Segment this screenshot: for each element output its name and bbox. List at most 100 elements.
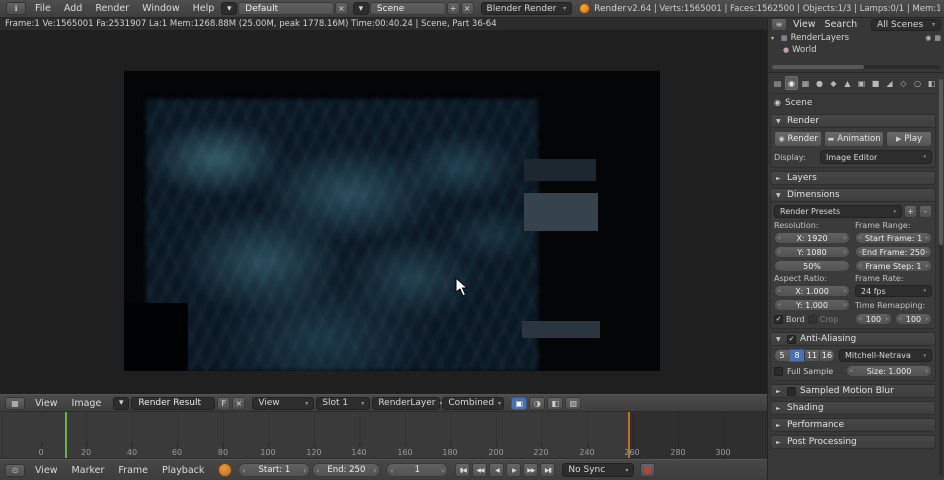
editor-type-timeline-button[interactable]: ⊙ xyxy=(5,463,25,477)
display-channels-alpha-button[interactable]: ◑ xyxy=(529,396,546,410)
aspect-y-field[interactable]: Y: 1.000 xyxy=(774,299,850,311)
preset-remove-button[interactable]: - xyxy=(919,205,932,218)
antialiasing-checkbox[interactable]: ✓ xyxy=(787,334,796,344)
image-menu-image[interactable]: Image xyxy=(66,397,108,410)
tab-object[interactable]: ◆ xyxy=(827,76,840,90)
render-presets-dropdown[interactable]: Render Presets ▾ xyxy=(774,205,902,218)
sync-mode-dropdown[interactable]: No Sync ▾ xyxy=(562,463,635,477)
outliner-scope-dropdown[interactable]: All Scenes ▾ xyxy=(871,18,941,31)
preset-add-button[interactable]: + xyxy=(904,205,917,218)
editor-type-image-button[interactable]: ▦ xyxy=(5,396,25,410)
end-frame-field[interactable]: End: 250 xyxy=(312,463,381,477)
tab-world[interactable]: ● xyxy=(813,76,826,90)
panel-post-processing-header[interactable]: ► Post Processing xyxy=(770,435,936,449)
full-sample-checkbox[interactable] xyxy=(774,366,783,376)
image-paint-mode-button[interactable]: ▨ xyxy=(565,396,582,410)
properties-editor-type-button[interactable]: ▤ xyxy=(771,76,784,90)
scene-browse-button[interactable]: ▾ xyxy=(352,2,369,15)
scene-unlink-button[interactable]: × xyxy=(460,2,474,15)
image-editor-viewport[interactable] xyxy=(0,31,767,394)
menu-window[interactable]: Window xyxy=(136,2,185,15)
image-menu-view[interactable]: View xyxy=(29,397,64,410)
play-reverse-button[interactable]: ◀ xyxy=(489,463,505,477)
slot-dropdown[interactable]: Slot 1 ▾ xyxy=(316,396,371,410)
view-mode-dropdown[interactable]: View ▾ xyxy=(252,396,315,410)
resolution-percentage-slider[interactable]: 50% xyxy=(774,260,850,272)
jump-to-start-button[interactable]: ▮◀ xyxy=(455,463,471,477)
frame-step-field[interactable]: Frame Step: 1 xyxy=(855,260,932,272)
render-layer-dropdown[interactable]: RenderLayer ▾ xyxy=(372,396,442,410)
end-frame-field[interactable]: End Frame: 250 xyxy=(855,246,932,258)
timeline-menu-playback[interactable]: Playback xyxy=(156,464,210,477)
outliner-menu-view[interactable]: View xyxy=(790,18,819,31)
play-rendered-button[interactable]: ▶ Play xyxy=(886,131,932,147)
panel-layers-header[interactable]: ► Layers xyxy=(770,171,936,185)
remap-new-field[interactable]: 100 xyxy=(895,313,932,325)
tab-particles[interactable]: ○ xyxy=(911,76,924,90)
disclosure-icon[interactable]: ▾ xyxy=(771,35,778,42)
outliner-menu-search[interactable]: Search xyxy=(822,18,861,31)
preview-range-clock-icon[interactable] xyxy=(218,463,233,477)
aspect-x-field[interactable]: X: 1.000 xyxy=(774,285,850,297)
menu-add[interactable]: Add xyxy=(58,2,88,15)
prev-keyframe-button[interactable]: ◀◀ xyxy=(472,463,488,477)
aa-samples-8-button[interactable]: 8 xyxy=(789,349,805,362)
timeline-menu-frame[interactable]: Frame xyxy=(112,464,154,477)
menu-file[interactable]: File xyxy=(29,2,57,15)
timeline-menu-marker[interactable]: Marker xyxy=(66,464,111,477)
scene-name-field[interactable]: Scene xyxy=(369,2,446,15)
motion-blur-checkbox[interactable] xyxy=(787,386,796,396)
panel-performance-header[interactable]: ► Performance xyxy=(770,418,936,432)
tab-physics[interactable]: ◧ xyxy=(925,76,938,90)
aa-samples-16-button[interactable]: 16 xyxy=(819,349,835,362)
tab-constraints[interactable]: ▲ xyxy=(841,76,854,90)
image-datablock-field[interactable]: Render Result xyxy=(131,396,216,410)
render-restriction-icon[interactable]: ▦ xyxy=(934,34,941,42)
current-frame-playhead[interactable] xyxy=(65,412,67,458)
resolution-x-field[interactable]: X: 1920 xyxy=(774,232,850,244)
frame-rate-dropdown[interactable]: 24 fps ▾ xyxy=(855,285,932,297)
tab-scene[interactable]: ▦ xyxy=(799,76,812,90)
aa-samples-5-button[interactable]: 5 xyxy=(774,349,790,362)
panel-motion-blur-header[interactable]: ► Sampled Motion Blur xyxy=(770,384,936,398)
resolution-y-field[interactable]: Y: 1080 xyxy=(774,246,850,258)
tab-render[interactable]: ◉ xyxy=(785,76,798,90)
panel-dimensions-header[interactable]: ▼ Dimensions xyxy=(770,188,936,202)
next-keyframe-button[interactable]: ▶▶ xyxy=(523,463,539,477)
border-checkbox[interactable]: ✓ xyxy=(774,314,783,324)
tab-material[interactable]: ◢ xyxy=(883,76,896,90)
image-unlink-button[interactable]: × xyxy=(232,396,246,410)
animation-button[interactable]: ▬ Animation xyxy=(824,131,885,147)
remap-old-field[interactable]: 100 xyxy=(855,313,892,325)
display-channels-z-button[interactable]: ◧ xyxy=(547,396,564,410)
start-frame-field[interactable]: Start: 1 xyxy=(238,463,311,477)
aa-filter-dropdown[interactable]: Mitchell-Netrava ▾ xyxy=(839,349,932,362)
outliner-item-world[interactable]: ● World xyxy=(768,44,944,56)
editor-type-outliner-button[interactable]: ≡ xyxy=(771,18,787,31)
panel-shading-header[interactable]: ► Shading xyxy=(770,401,936,415)
aa-size-field[interactable]: Size: 1.000 xyxy=(846,365,932,377)
scrollbar-thumb[interactable] xyxy=(939,79,943,246)
outliner-horizontal-scrollbar[interactable] xyxy=(772,65,940,69)
menu-render[interactable]: Render xyxy=(89,2,135,15)
start-frame-field[interactable]: Start Frame: 1 xyxy=(855,232,932,244)
current-frame-field[interactable]: 1 xyxy=(386,463,449,477)
panel-render-header[interactable]: ▼ Render xyxy=(770,114,936,128)
scrollbar-thumb[interactable] xyxy=(772,65,865,69)
image-browse-button[interactable]: ▾ xyxy=(113,396,130,410)
aa-samples-11-button[interactable]: 11 xyxy=(804,349,820,362)
scene-add-button[interactable]: + xyxy=(446,2,460,15)
panel-antialiasing-header[interactable]: ▼ ✓ Anti-Aliasing xyxy=(770,332,936,346)
jump-to-end-button[interactable]: ▶▮ xyxy=(540,463,556,477)
outliner-item-renderlayers[interactable]: ▾ ▦ RenderLayers ◉ ▦ xyxy=(768,32,944,44)
camera-restriction-icon[interactable]: ◉ xyxy=(925,34,931,42)
display-mode-dropdown[interactable]: Image Editor ▾ xyxy=(820,150,932,164)
timeline-menu-view[interactable]: View xyxy=(29,464,64,477)
screen-layout-unlink-button[interactable]: × xyxy=(334,2,348,15)
play-button[interactable]: ▶ xyxy=(506,463,522,477)
timeline-ruler[interactable]: 0 20 40 60 80 100 120 140 160 180 200 22… xyxy=(0,412,767,459)
display-channels-color-button[interactable]: ▣ xyxy=(511,396,528,410)
record-button[interactable] xyxy=(640,463,656,477)
menu-help[interactable]: Help xyxy=(187,2,221,15)
properties-vertical-scrollbar[interactable] xyxy=(939,79,943,475)
